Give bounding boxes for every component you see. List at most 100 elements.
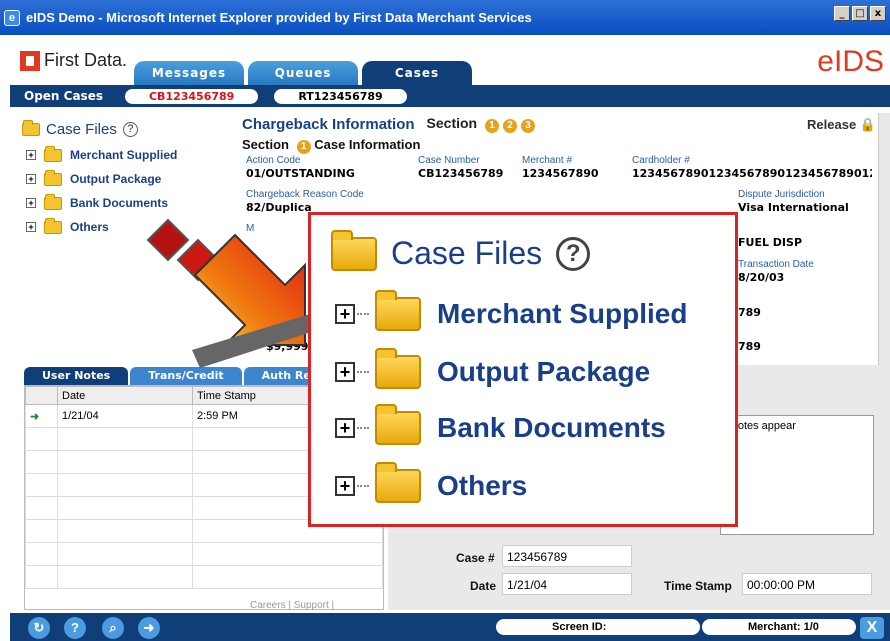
time-stamp-label: Time Stamp (664, 579, 732, 593)
folder-icon (375, 404, 421, 445)
callout-item-output-package[interactable]: + Output Package (335, 348, 651, 389)
section-heading-text: Case Information (314, 137, 421, 152)
expand-icon[interactable]: + (335, 362, 355, 382)
chargeback-header: Chargeback Information Section 123 (242, 113, 890, 135)
window-titlebar: e eIDS Demo - Microsoft Internet Explore… (0, 0, 890, 35)
callout-item-bank-documents[interactable]: + Bank Documents (335, 404, 666, 445)
date-field[interactable]: 1/21/04 (502, 573, 632, 595)
logo-text: First Data. (44, 50, 128, 70)
expand-icon[interactable]: + (26, 222, 36, 232)
tab-cases[interactable]: Cases (362, 61, 472, 85)
folder-icon (44, 145, 62, 162)
col-header-date: Date (57, 386, 193, 405)
tree-title: Case Files ? (22, 120, 242, 138)
row-date: 1/21/04 (57, 404, 193, 428)
field-label: Cardholder # (632, 155, 690, 166)
screen-id-field: Screen ID: (496, 619, 700, 635)
section-3-button[interactable]: 3 (521, 119, 535, 133)
case-pill-cb[interactable]: CB123456789 (124, 88, 259, 104)
folder-icon (375, 348, 421, 389)
field-value: Visa International (738, 201, 849, 214)
eids-brand: eIDS (817, 45, 884, 78)
section-number-badge: 1 (296, 140, 311, 154)
tree-item-label: Output Package (70, 172, 162, 186)
notes-textarea[interactable]: r notes appear (720, 415, 874, 535)
callout-item-label: Others (437, 470, 528, 501)
main-tabs: Messages Queues Cases (134, 61, 472, 85)
field-action-code: Action Code 01/OUTSTANDING (246, 155, 355, 180)
table-row (25, 542, 383, 566)
expand-icon[interactable]: + (335, 304, 355, 324)
expand-icon[interactable]: + (26, 174, 36, 184)
search-icon[interactable]: ⌕ (102, 617, 124, 639)
forward-icon[interactable]: ➜ (138, 617, 160, 639)
footer-links[interactable]: Careers | Support | (250, 600, 334, 611)
field-label: Case Number (418, 155, 480, 166)
field-label: Dispute Jurisdiction (738, 189, 825, 200)
close-window-button[interactable]: x (870, 6, 886, 21)
date-label: Date (470, 579, 497, 593)
maximize-button[interactable]: □ (852, 6, 868, 21)
callout-item-label: Output Package (437, 356, 651, 387)
field-merchant-number: Merchant #1234567890 (522, 155, 599, 180)
field-fuel: FUEL DISP (738, 235, 802, 249)
tab-messages[interactable]: Messages (134, 61, 244, 85)
field-value: 8/20/03 (738, 271, 785, 284)
open-cases-bar: Open Cases CB123456789 RT123456789 (10, 85, 890, 107)
merchant-field: Merchant: 1/0 (702, 619, 856, 635)
open-cases-label: Open Cases (24, 89, 103, 103)
help-icon[interactable]: ? (122, 122, 138, 137)
callout-title: Case Files ? (331, 229, 591, 272)
expand-icon[interactable]: + (26, 198, 36, 208)
case-pill-rt[interactable]: RT123456789 (274, 88, 407, 104)
tree-connector (357, 313, 369, 315)
tree-item-label: Others (70, 220, 109, 234)
chargeback-scrollbar[interactable] (878, 113, 890, 398)
folder-icon (44, 217, 62, 234)
field-transaction-date: Transaction Date 8/20/03 (738, 259, 814, 284)
case-number-label: Case # (456, 551, 495, 565)
table-row (25, 565, 383, 589)
close-icon[interactable]: X (860, 617, 884, 639)
section-label: Section (426, 115, 478, 131)
window-controls: _ □ x (834, 6, 886, 21)
section-heading-label: Section (242, 137, 289, 152)
release-label: Release (807, 117, 857, 132)
expand-icon[interactable]: + (26, 150, 36, 160)
callout-item-merchant-supplied[interactable]: + Merchant Supplied (335, 290, 688, 331)
window-title: eIDS Demo - Microsoft Internet Explorer … (26, 10, 532, 25)
tree-item-merchant-supplied[interactable]: + Merchant Supplied (26, 145, 242, 162)
case-number-field[interactable]: 123456789 (502, 545, 632, 567)
callout-item-label: Bank Documents (437, 412, 666, 443)
tree-title-text: Case Files (46, 121, 117, 138)
section-2-button[interactable]: 2 (503, 119, 517, 133)
ie-icon: e (4, 9, 20, 26)
help-icon[interactable]: ? (556, 236, 591, 271)
tab-user-notes[interactable]: User Notes (24, 367, 129, 385)
callout-item-label: Merchant Supplied (437, 298, 688, 329)
field-value: 789 (738, 306, 761, 319)
folder-icon (375, 290, 421, 331)
tree-item-output-package[interactable]: + Output Package (26, 169, 242, 186)
field-label: Chargeback Reason Code (246, 189, 364, 200)
release-button[interactable]: Release 🔒 (807, 117, 876, 133)
tree-connector (357, 485, 369, 487)
callout-item-others[interactable]: + Others (335, 462, 528, 503)
tab-queues[interactable]: Queues (248, 61, 358, 85)
time-stamp-field[interactable]: 00:00:00 PM (742, 573, 872, 595)
minimize-button[interactable]: _ (834, 6, 850, 21)
expand-icon[interactable]: + (335, 476, 355, 496)
expand-icon[interactable]: + (335, 418, 355, 438)
first-data-logo: First Data. (20, 50, 127, 71)
section-selector: Section 123 (427, 115, 535, 133)
field-value: FUEL DISP (738, 236, 803, 249)
field-case-number: Case Number CB123456789 (418, 155, 503, 180)
help-circle-icon[interactable]: ? (64, 617, 86, 639)
callout-title-text: Case Files (391, 235, 543, 271)
section-1-button[interactable]: 1 (485, 119, 499, 133)
field-dispute-jurisdiction: Dispute Jurisdiction Visa International (738, 189, 849, 214)
refresh-icon[interactable]: ↻ (28, 617, 50, 639)
field-value: CB123456789 (418, 167, 504, 180)
field-value: 1234567890 (522, 167, 599, 180)
folder-icon (44, 193, 62, 210)
